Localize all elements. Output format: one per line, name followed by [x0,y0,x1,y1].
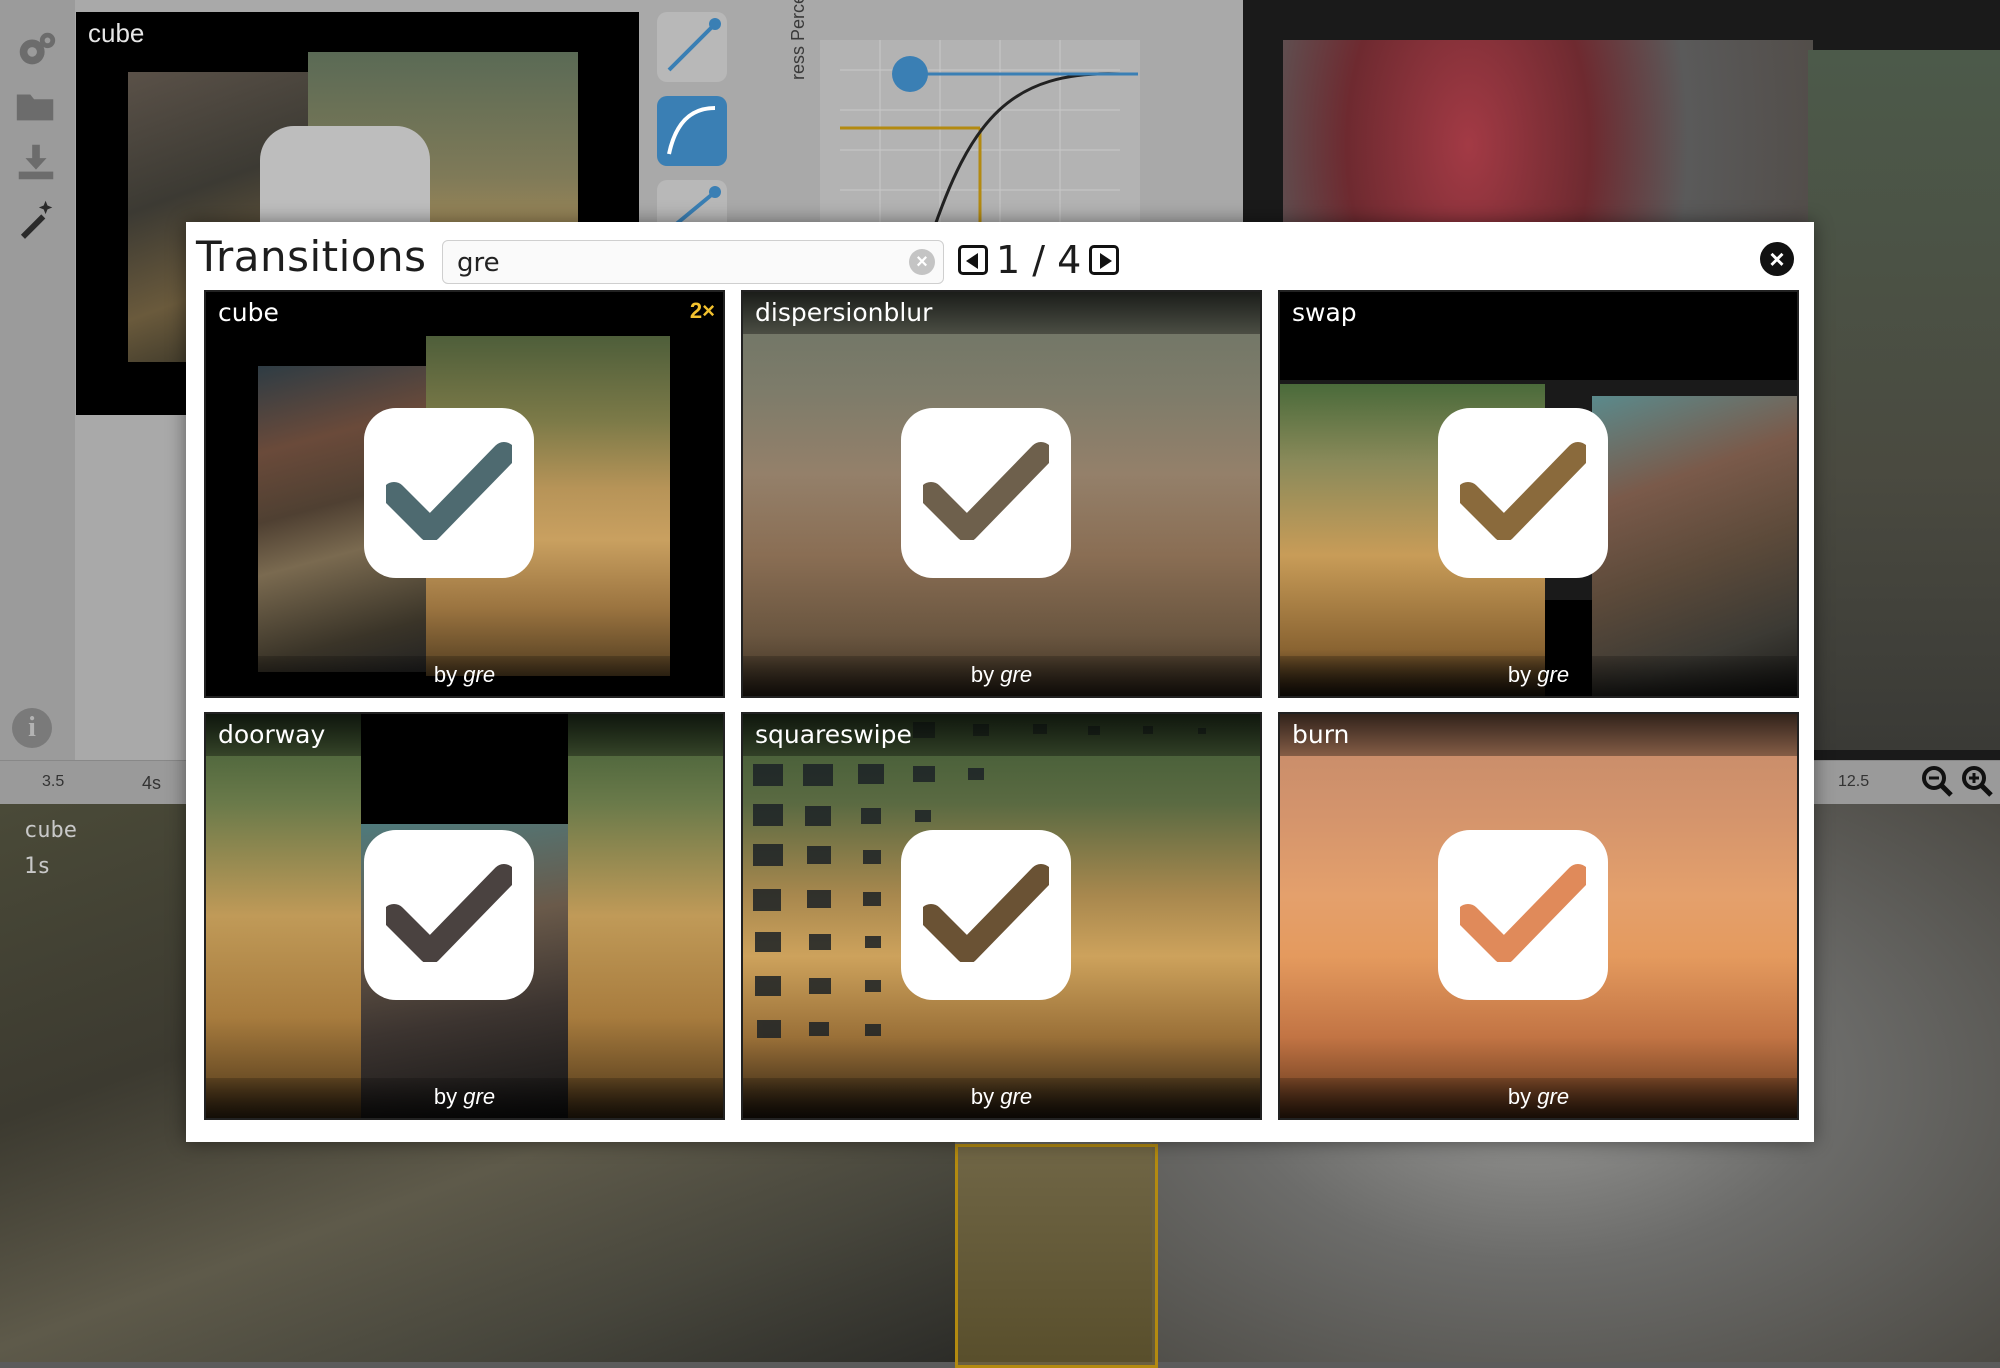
author-credit: by gre [1280,1078,1797,1118]
author-credit: by gre [1280,656,1797,696]
transition-card-dispersionblur[interactable]: dispersionblur by gre [741,290,1262,698]
easing-curve-graph[interactable] [820,40,1140,241]
author-name[interactable]: gre [1537,662,1569,687]
easing-linear-button[interactable] [657,12,727,82]
easing-presets [655,12,745,232]
author-prefix: by [433,1084,458,1109]
transition-name: doorway [218,720,326,749]
checkmark-icon[interactable] [1438,408,1608,578]
folder-icon[interactable] [12,82,60,130]
checkmark-icon[interactable] [364,408,534,578]
easing-ease-button[interactable] [657,96,727,166]
info-icon[interactable]: i [12,708,52,748]
preview-image-cliff [1808,50,2000,750]
author-credit: by gre [206,1078,723,1118]
search-input[interactable] [455,243,889,283]
author-name[interactable]: gre [1537,1084,1569,1109]
transition-card-squareswipe[interactable]: squareswipe by gre [741,712,1262,1120]
search-box: × [442,240,944,284]
next-page-button[interactable] [1089,245,1120,275]
pager: 1 / 4 [958,238,1120,282]
transition-card-doorway[interactable]: doorway by gre [204,712,725,1120]
download-icon[interactable] [12,138,60,186]
timeline-transition-block[interactable] [955,1144,1158,1368]
checkmark-icon[interactable] [1438,830,1608,1000]
author-prefix: by [970,662,995,687]
checkmark-icon[interactable] [901,830,1071,1000]
author-credit: by gre [206,656,723,696]
transition-name: dispersionblur [755,298,933,327]
previous-page-button[interactable] [958,245,988,275]
preview-title: cube [88,18,145,48]
transitions-grid: cube 2× by gre dispersionblur by gre swa… [204,290,1799,1120]
transition-name: swap [1292,298,1357,327]
checkmark-icon[interactable] [901,408,1071,578]
ruler-tick: 4s [142,773,162,793]
checkmark-icon[interactable] [364,830,534,1000]
author-name[interactable]: gre [463,662,495,687]
ruler-tick: 3.5 [42,773,65,790]
magic-wand-icon[interactable] [12,194,60,242]
transitions-modal: Transitions × 1 / 4 × cube 2× by gre d [186,222,1814,1142]
author-credit: by gre [743,656,1260,696]
transition-card-cube[interactable]: cube 2× by gre [204,290,725,698]
close-icon[interactable]: × [1760,242,1794,276]
author-name[interactable]: gre [1000,662,1032,687]
zoom-in-icon[interactable] [1960,764,1994,798]
gear-icon[interactable] [12,26,60,74]
author-name[interactable]: gre [463,1084,495,1109]
track-transition-duration: 1s [24,854,51,879]
modal-title: Transitions [196,232,427,281]
author-prefix: by [1507,662,1532,687]
ruler-tick: 12.5 [1838,773,1870,790]
transition-name: burn [1292,720,1350,749]
transition-card-burn[interactable]: burn by gre [1278,712,1799,1120]
author-prefix: by [433,662,458,687]
transition-card-swap[interactable]: swap by gre [1278,290,1799,698]
transition-name: cube [218,298,279,327]
retina-badge: 2× [689,298,715,323]
clear-search-icon[interactable]: × [909,249,935,275]
author-prefix: by [970,1084,995,1109]
left-toolbar [0,0,75,760]
author-credit: by gre [743,1078,1260,1118]
zoom-out-icon[interactable] [1920,764,1954,798]
author-prefix: by [1507,1084,1532,1109]
author-name[interactable]: gre [1000,1084,1032,1109]
track-transition-name: cube [24,818,77,843]
curve-axis-label: ress Percentage [788,0,808,80]
page-indicator: 1 / 4 [996,238,1082,282]
transition-name: squareswipe [755,720,912,749]
